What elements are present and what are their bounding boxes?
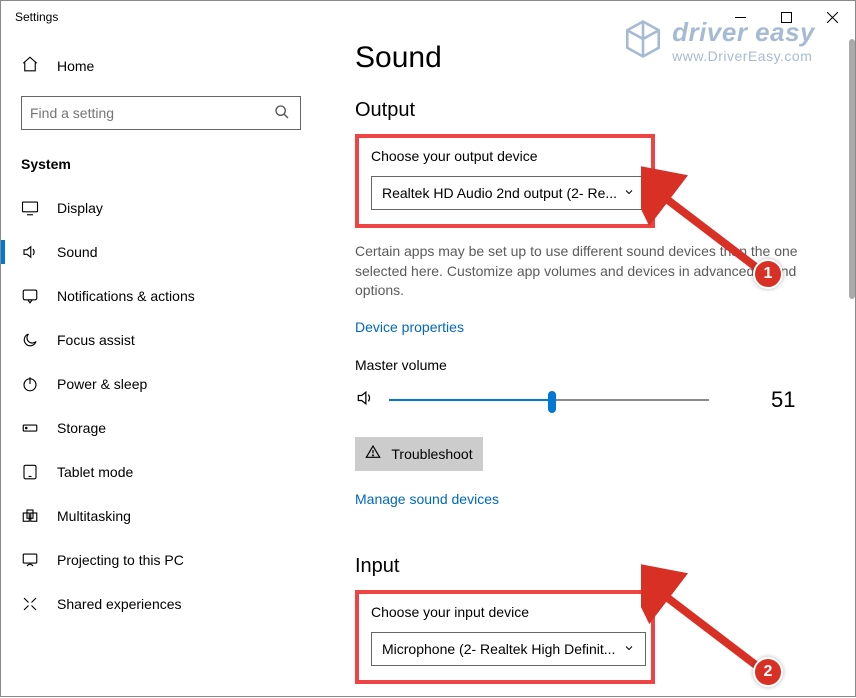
multitasking-icon	[21, 507, 39, 525]
projecting-icon	[21, 551, 39, 569]
manage-devices-link[interactable]: Manage sound devices	[355, 491, 499, 507]
output-device-dropdown[interactable]: Realtek HD Audio 2nd output (2- Re...	[371, 176, 646, 210]
nav-list: Display Sound Notifications & actions Fo…	[1, 186, 321, 626]
watermark-logo-icon	[622, 18, 664, 63]
home-button[interactable]: Home	[1, 45, 321, 86]
sidebar-item-multitasking[interactable]: Multitasking	[1, 494, 321, 538]
watermark-line2: www.DriverEasy.com	[672, 48, 815, 64]
output-choose-label: Choose your output device	[371, 148, 639, 164]
input-device-value: Microphone (2- Realtek High Definit...	[382, 641, 615, 657]
nav-label: Tablet mode	[57, 464, 133, 480]
device-properties-link[interactable]: Device properties	[355, 319, 464, 335]
power-icon	[21, 375, 39, 393]
output-device-value: Realtek HD Audio 2nd output (2- Re...	[382, 185, 617, 201]
chevron-down-icon	[623, 641, 635, 657]
search-field[interactable]	[30, 105, 292, 121]
storage-icon	[21, 419, 39, 437]
sidebar-item-projecting[interactable]: Projecting to this PC	[1, 538, 321, 582]
master-volume-label: Master volume	[355, 357, 855, 373]
sidebar-item-power[interactable]: Power & sleep	[1, 362, 321, 406]
nav-label: Sound	[57, 244, 97, 260]
search-icon	[274, 104, 290, 123]
sidebar-item-shared[interactable]: Shared experiences	[1, 582, 321, 626]
notifications-icon	[21, 287, 39, 305]
nav-label: Focus assist	[57, 332, 135, 348]
focus-icon	[21, 331, 39, 349]
sidebar-item-display[interactable]: Display	[1, 186, 321, 230]
category-label: System	[1, 148, 321, 186]
shared-icon	[21, 595, 39, 613]
display-icon	[21, 199, 39, 217]
nav-label: Multitasking	[57, 508, 131, 524]
sidebar-item-sound[interactable]: Sound	[1, 230, 321, 274]
sidebar-item-tablet[interactable]: Tablet mode	[1, 450, 321, 494]
nav-label: Shared experiences	[57, 596, 182, 612]
sidebar: Home System Display Sound Notification	[1, 33, 321, 698]
tablet-icon	[21, 463, 39, 481]
watermark-line1: driver easy	[672, 17, 815, 48]
output-hint: Certain apps may be set up to use differ…	[355, 242, 805, 301]
window-title: Settings	[15, 10, 58, 24]
input-choose-label: Choose your input device	[371, 604, 639, 620]
close-button[interactable]	[809, 1, 855, 33]
home-label: Home	[57, 58, 94, 74]
sidebar-item-notifications[interactable]: Notifications & actions	[1, 274, 321, 318]
home-icon	[21, 55, 39, 76]
troubleshoot-label: Troubleshoot	[391, 446, 472, 462]
sidebar-item-focus[interactable]: Focus assist	[1, 318, 321, 362]
nav-label: Storage	[57, 420, 106, 436]
main-content: Sound Output Choose your output device R…	[321, 33, 855, 698]
search-input[interactable]	[21, 96, 301, 130]
input-callout: Choose your input device Microphone (2- …	[355, 590, 655, 684]
watermark: driver easy www.DriverEasy.com	[622, 17, 815, 64]
chevron-down-icon	[623, 185, 635, 201]
input-device-dropdown[interactable]: Microphone (2- Realtek High Definit...	[371, 632, 646, 666]
nav-label: Projecting to this PC	[57, 552, 184, 568]
sound-icon	[21, 243, 39, 261]
input-heading: Input	[355, 555, 855, 578]
output-heading: Output	[355, 99, 855, 122]
volume-value: 51	[771, 387, 795, 413]
scrollbar[interactable]	[849, 39, 855, 299]
output-callout: Choose your output device Realtek HD Aud…	[355, 134, 655, 228]
speaker-icon[interactable]	[355, 388, 375, 411]
sidebar-item-storage[interactable]: Storage	[1, 406, 321, 450]
warning-icon	[365, 444, 381, 463]
nav-label: Display	[57, 200, 103, 216]
volume-slider[interactable]	[389, 390, 709, 410]
nav-label: Power & sleep	[57, 376, 147, 392]
troubleshoot-button[interactable]: Troubleshoot	[355, 437, 483, 471]
nav-label: Notifications & actions	[57, 288, 195, 304]
